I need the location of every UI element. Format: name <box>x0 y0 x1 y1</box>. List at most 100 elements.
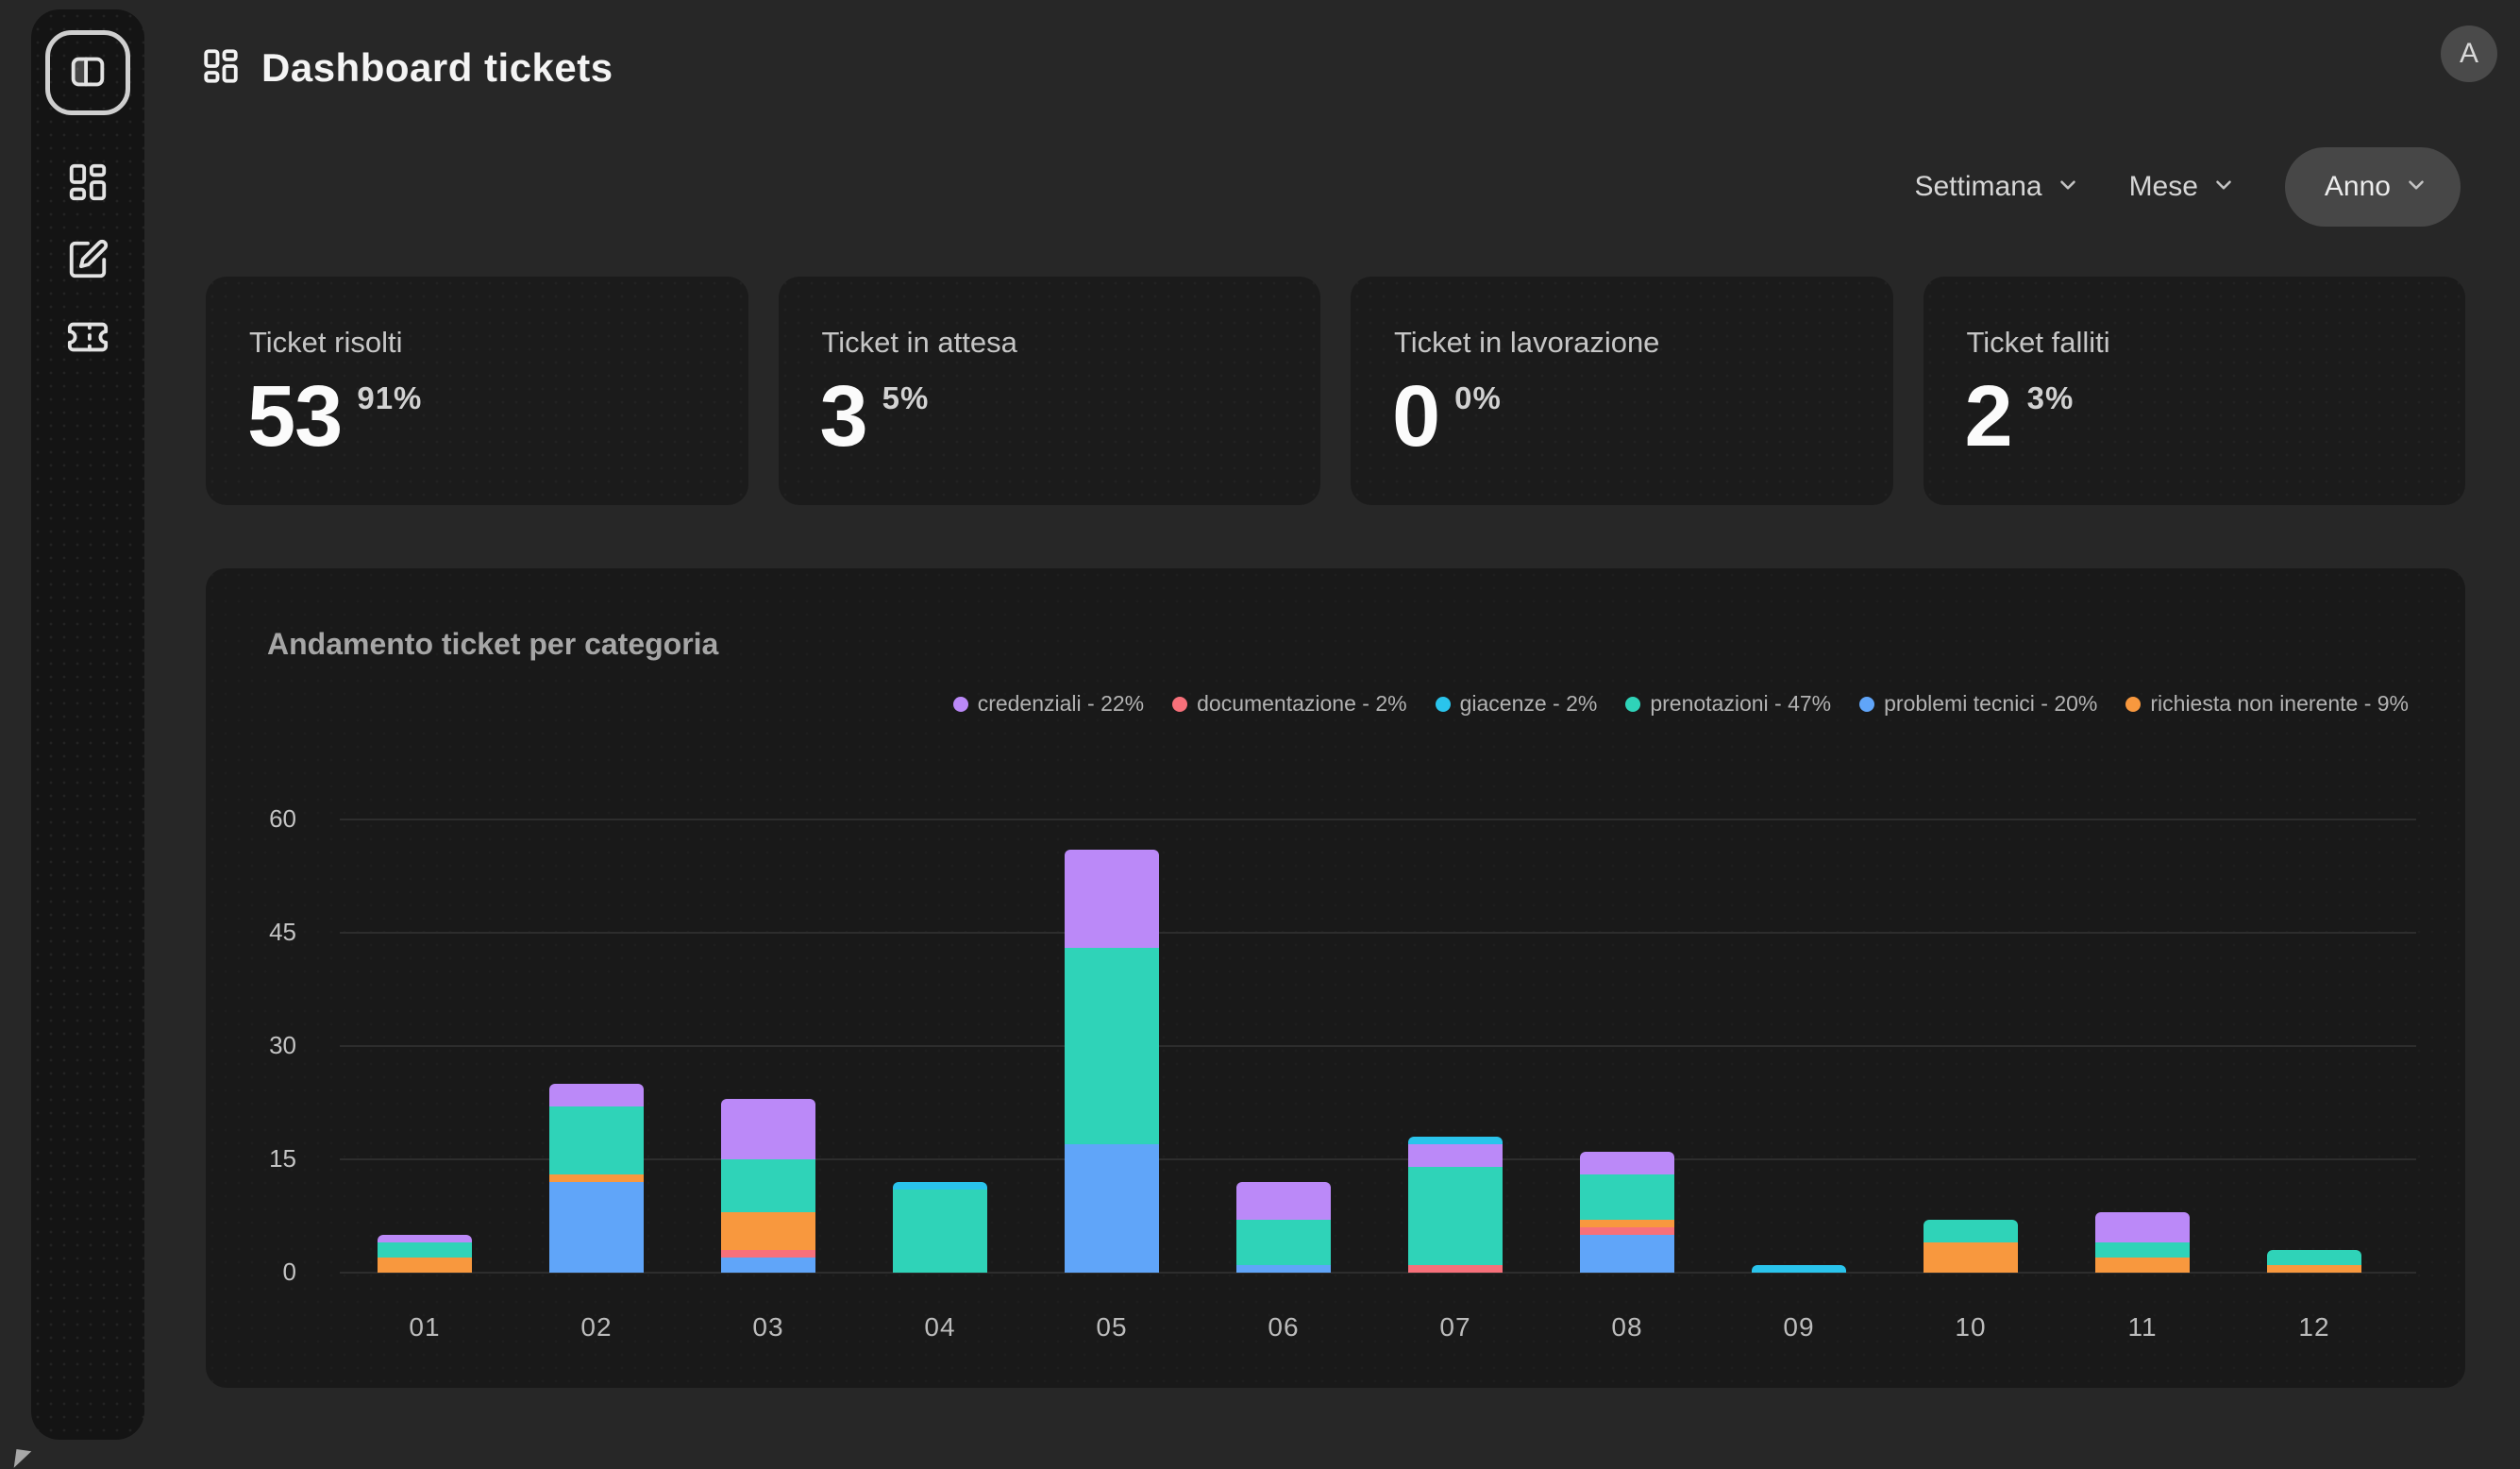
bar-segment-problemi-tecnici[interactable] <box>549 1182 644 1273</box>
x-axis-tick: 08 <box>1561 1312 1693 1342</box>
stat-value: 2 <box>1965 371 2012 463</box>
y-axis-tick: 15 <box>206 1144 296 1174</box>
bar-segment-richiesta-non-inerente[interactable] <box>1580 1220 1674 1227</box>
page-title: Dashboard tickets <box>261 45 613 91</box>
chevron-down-icon <box>2404 169 2428 205</box>
stat-value: 53 <box>247 371 342 463</box>
chart-plot: 015304560010203040506070809101112 <box>206 568 2465 1388</box>
gridline <box>340 932 2416 934</box>
stat-percent: 0% <box>1454 380 1502 416</box>
bar-segment-credenziali[interactable] <box>1065 850 1159 948</box>
filter-mese-button[interactable]: Mese <box>2129 169 2236 205</box>
bar-segment-credenziali[interactable] <box>1236 1182 1331 1220</box>
bar-segment-prenotazioni[interactable] <box>1065 948 1159 1144</box>
x-axis-tick: 01 <box>359 1312 491 1342</box>
sidebar-item-compose[interactable] <box>59 232 116 289</box>
stat-percent: 3% <box>2027 380 2075 416</box>
bar-segment-prenotazioni[interactable] <box>1580 1174 1674 1220</box>
chevron-down-icon <box>2211 169 2236 205</box>
stat-percent: 91% <box>357 380 422 416</box>
y-axis-tick: 30 <box>206 1031 296 1060</box>
stat-card-risolti: Ticket risolti 53 91% <box>206 277 748 505</box>
sidebar-item-dashboard[interactable] <box>59 155 116 211</box>
x-axis-tick: 02 <box>530 1312 663 1342</box>
sidebar <box>31 9 144 1440</box>
x-axis-tick: 04 <box>874 1312 1006 1342</box>
stat-card-lavorazione: Ticket in lavorazione 0 0% <box>1351 277 1893 505</box>
dashboard-page: Dashboard tickets A Settimana Mese Anno … <box>0 0 2520 1469</box>
x-axis-tick: 07 <box>1389 1312 1521 1342</box>
bar-segment-problemi-tecnici[interactable] <box>1236 1265 1331 1273</box>
stat-label: Ticket in attesa <box>822 326 1017 360</box>
bar-segment-richiesta-non-inerente[interactable] <box>2095 1258 2190 1273</box>
bar-segment-prenotazioni[interactable] <box>893 1190 987 1273</box>
x-axis-tick: 09 <box>1733 1312 1865 1342</box>
filter-label: Mese <box>2129 171 2198 203</box>
header: Dashboard tickets <box>201 45 613 91</box>
stat-value: 0 <box>1392 371 1439 463</box>
bar-segment-documentazione[interactable] <box>1580 1227 1674 1235</box>
bar-segment-richiesta-non-inerente[interactable] <box>549 1174 644 1182</box>
x-axis-tick: 05 <box>1046 1312 1178 1342</box>
bar-segment-credenziali[interactable] <box>2095 1212 2190 1242</box>
bar-segment-credenziali[interactable] <box>721 1099 815 1159</box>
x-axis-tick: 12 <box>2248 1312 2380 1342</box>
bar-segment-documentazione[interactable] <box>721 1250 815 1258</box>
dashboard-icon <box>201 46 241 91</box>
bar-segment-giacenze[interactable] <box>1752 1265 1846 1273</box>
filter-anno-button[interactable]: Anno <box>2285 147 2461 227</box>
bar-segment-credenziali[interactable] <box>549 1084 644 1106</box>
cursor-artifact <box>14 1449 32 1469</box>
x-axis-tick: 06 <box>1218 1312 1350 1342</box>
stat-percent: 5% <box>882 380 930 416</box>
bar-segment-credenziali[interactable] <box>1580 1152 1674 1174</box>
bar-segment-documentazione[interactable] <box>1408 1265 1503 1273</box>
bar-segment-problemi-tecnici[interactable] <box>1065 1144 1159 1273</box>
bar-segment-credenziali[interactable] <box>1408 1144 1503 1167</box>
sidebar-item-tickets[interactable] <box>59 310 116 366</box>
bar-segment-prenotazioni[interactable] <box>2095 1242 2190 1258</box>
y-axis-tick: 0 <box>206 1258 296 1287</box>
stats-row: Ticket risolti 53 91% Ticket in attesa 3… <box>206 277 2465 505</box>
bar-segment-problemi-tecnici[interactable] <box>1580 1235 1674 1273</box>
gridline <box>340 819 2416 820</box>
bar-segment-richiesta-non-inerente[interactable] <box>378 1258 472 1273</box>
filter-label: Settimana <box>1914 171 2041 203</box>
chevron-down-icon <box>2056 169 2080 205</box>
bar-segment-prenotazioni[interactable] <box>1408 1167 1503 1265</box>
bar-segment-prenotazioni[interactable] <box>1236 1220 1331 1265</box>
bar-segment-giacenze[interactable] <box>1408 1137 1503 1144</box>
y-axis-tick: 45 <box>206 918 296 947</box>
x-axis-tick: 11 <box>2076 1312 2209 1342</box>
period-filters: Settimana Mese Anno <box>1914 147 2461 227</box>
bar-segment-richiesta-non-inerente[interactable] <box>1924 1242 2018 1273</box>
bar-segment-prenotazioni[interactable] <box>721 1159 815 1212</box>
bar-segment-prenotazioni[interactable] <box>2267 1250 2361 1265</box>
bar-segment-credenziali[interactable] <box>378 1235 472 1242</box>
bar-segment-prenotazioni[interactable] <box>549 1106 644 1174</box>
stat-card-attesa: Ticket in attesa 3 5% <box>779 277 1321 505</box>
bar-segment-prenotazioni[interactable] <box>378 1242 472 1258</box>
bar-segment-prenotazioni[interactable] <box>1924 1220 2018 1242</box>
bar-segment-giacenze[interactable] <box>893 1182 987 1190</box>
y-axis-tick: 60 <box>206 804 296 834</box>
stat-label: Ticket falliti <box>1967 326 2110 360</box>
gridline <box>340 1045 2416 1047</box>
stat-label: Ticket risolti <box>249 326 402 360</box>
stat-label: Ticket in lavorazione <box>1394 326 1659 360</box>
x-axis-tick: 10 <box>1905 1312 2037 1342</box>
bar-segment-richiesta-non-inerente[interactable] <box>2267 1265 2361 1273</box>
bar-segment-richiesta-non-inerente[interactable] <box>721 1212 815 1250</box>
layout-dashboard-icon <box>66 160 109 207</box>
filter-label: Anno <box>2325 171 2391 203</box>
gridline <box>340 1158 2416 1160</box>
square-pen-icon <box>66 238 109 284</box>
panel-left-icon <box>66 50 109 96</box>
stat-card-falliti: Ticket falliti 2 3% <box>1924 277 2466 505</box>
avatar[interactable]: A <box>2441 25 2497 82</box>
stat-value: 3 <box>820 371 867 463</box>
filter-settimana-button[interactable]: Settimana <box>1914 169 2079 205</box>
ticket-icon <box>66 315 109 362</box>
sidebar-toggle-button[interactable] <box>45 30 130 115</box>
bar-segment-problemi-tecnici[interactable] <box>721 1258 815 1273</box>
